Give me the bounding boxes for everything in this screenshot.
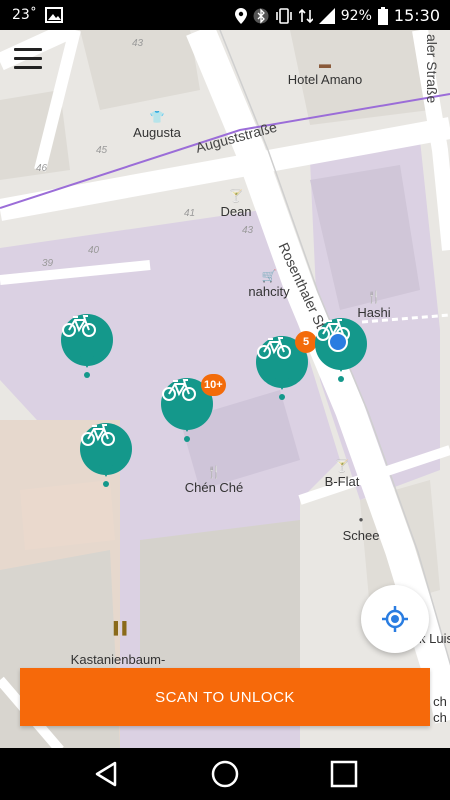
restaurant-icon: 🍴 xyxy=(206,465,222,479)
bluetooth-icon xyxy=(253,7,269,24)
shirt-icon: 👕 xyxy=(149,110,165,124)
signal-icon xyxy=(318,7,335,24)
battery-percent: 92% xyxy=(340,7,372,24)
school-icon: ▐▐ xyxy=(109,621,127,635)
location-icon xyxy=(234,7,247,24)
android-nav-bar xyxy=(0,748,450,800)
home-icon[interactable] xyxy=(209,758,241,790)
poi-augusta[interactable]: 👕 Augusta xyxy=(133,109,181,141)
bicycle-icon xyxy=(81,424,115,446)
poi-b-flat[interactable]: 🍸 B-Flat xyxy=(325,458,360,490)
house-number: 40 xyxy=(88,245,100,256)
crosshair-icon xyxy=(382,606,408,632)
poi-dean[interactable]: 🍸 Dean xyxy=(220,188,251,220)
back-icon[interactable] xyxy=(91,758,123,790)
bike-marker[interactable] xyxy=(80,423,132,487)
map-edge-label: ch xyxy=(433,710,447,725)
house-number: 46 xyxy=(36,163,48,174)
bike-count-badge: 5 xyxy=(295,331,317,353)
current-location-dot xyxy=(328,332,348,352)
house-number: 45 xyxy=(96,145,108,156)
status-bar: 23˚ 92% 15:30 xyxy=(0,0,450,30)
poi-hotel-amano[interactable]: ▬ Hotel Amano xyxy=(288,56,362,88)
poi-hashi[interactable]: 🍴 Hashi xyxy=(357,289,390,321)
scan-to-unlock-button[interactable]: SCAN TO UNLOCK xyxy=(20,668,430,726)
locate-me-button[interactable] xyxy=(361,585,429,653)
hotel-icon: ▬ xyxy=(319,57,331,71)
bicycle-icon xyxy=(62,315,96,337)
poi-chen-che[interactable]: 🍴 Chén Ché xyxy=(185,464,244,496)
gallery-icon xyxy=(44,7,63,23)
cocktail-icon: 🍸 xyxy=(334,459,350,473)
house-number: 41 xyxy=(184,208,196,219)
map-edge-label: ch xyxy=(433,694,447,709)
shopping-cart-icon: 🛒 xyxy=(261,269,277,283)
menu-button[interactable] xyxy=(14,48,42,70)
bike-marker[interactable] xyxy=(61,314,113,378)
bicycle-icon xyxy=(257,337,291,359)
temperature-text: 23˚ xyxy=(12,7,37,23)
restaurant-icon: 🍴 xyxy=(366,290,382,304)
bike-count-badge: 10+ xyxy=(201,374,226,396)
house-number: 43 xyxy=(242,225,254,236)
data-transfer-icon xyxy=(298,8,313,23)
vibrate-icon xyxy=(275,7,292,24)
clock-time: 15:30 xyxy=(393,6,440,25)
cocktail-icon: 🍸 xyxy=(228,189,244,203)
dot-icon: ● xyxy=(358,515,364,524)
bicycle-icon xyxy=(162,379,196,401)
recents-icon[interactable] xyxy=(328,758,360,790)
street-label-aler-strasse: aler Straße xyxy=(424,34,440,104)
house-number: 39 xyxy=(42,258,54,269)
house-number: 43 xyxy=(132,38,144,49)
poi-nahcity[interactable]: 🛒 nahcity xyxy=(248,268,289,300)
poi-schee[interactable]: ● Schee xyxy=(343,512,380,544)
battery-icon xyxy=(377,6,388,25)
